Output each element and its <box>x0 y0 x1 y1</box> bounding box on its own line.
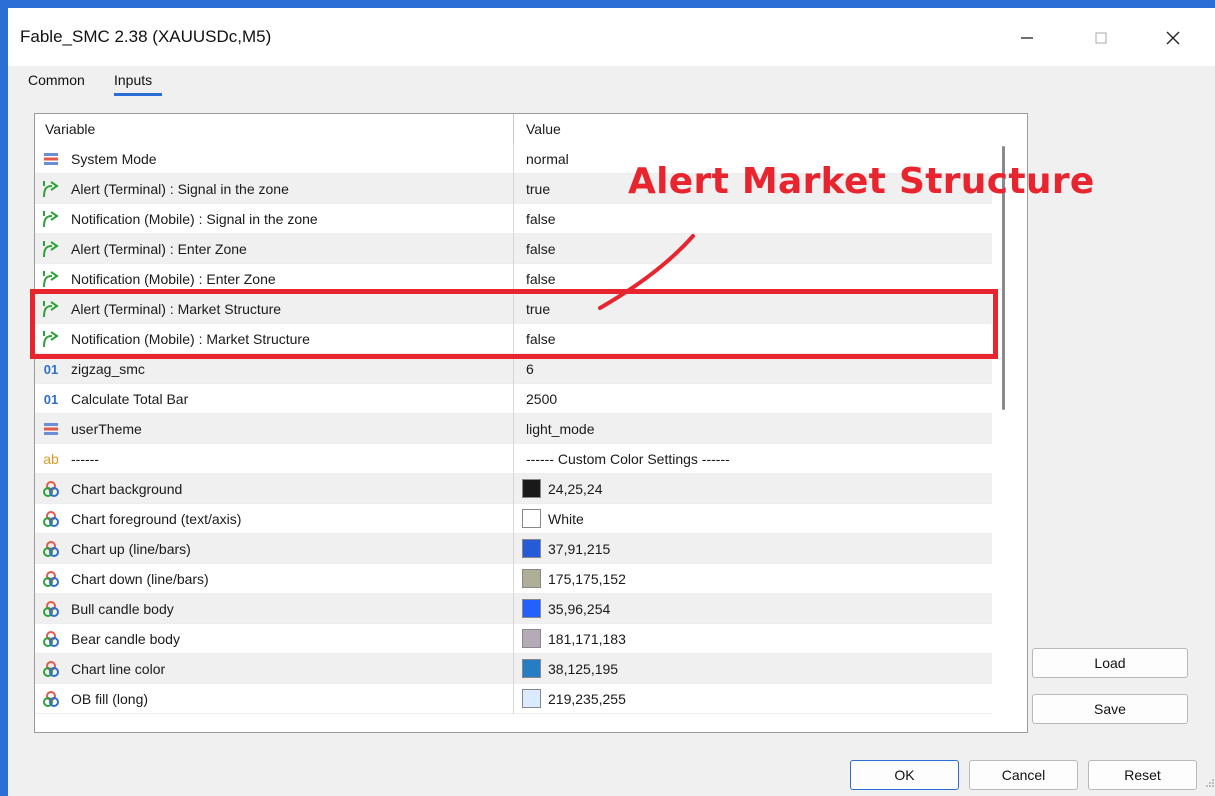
annotation-pointer-line <box>598 234 695 310</box>
